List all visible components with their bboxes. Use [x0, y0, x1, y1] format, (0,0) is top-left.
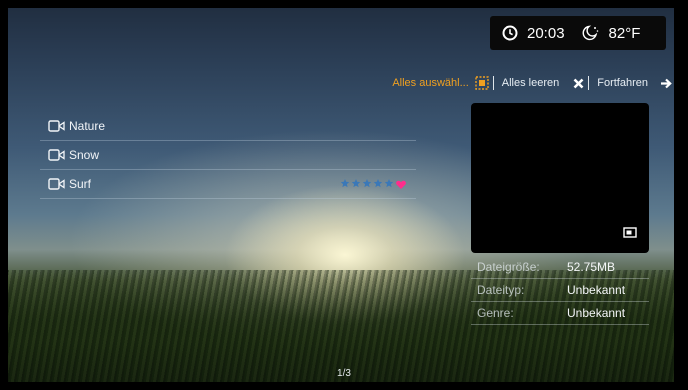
- clear-all-button[interactable]: Alles leeren: [502, 77, 584, 89]
- x-icon: [573, 78, 584, 89]
- file-details: Dateigröße: 52.75MB Dateityp: Unbekannt …: [471, 256, 649, 325]
- select-all-label: Alles auswähl...: [392, 77, 469, 89]
- video-camera-icon: [48, 149, 65, 161]
- preview-thumbnail: [471, 103, 649, 253]
- image-icon: [623, 225, 637, 243]
- detail-value: Unbekannt: [567, 283, 626, 297]
- star-icon: [362, 179, 372, 188]
- file-list: Nature Snow Surf: [40, 112, 416, 199]
- star-icon: [384, 179, 394, 188]
- star-icon: [373, 179, 383, 188]
- detail-key: Genre:: [477, 306, 514, 320]
- continue-button[interactable]: Fortfahren: [597, 77, 672, 89]
- detail-value: 52.75MB: [567, 260, 616, 274]
- heart-icon: [396, 180, 406, 189]
- list-item[interactable]: Nature: [40, 112, 416, 141]
- clock-time: 20:03: [527, 24, 565, 42]
- detail-value: Unbekannt: [567, 306, 626, 320]
- select-all-button[interactable]: Alles auswähl...: [392, 76, 489, 90]
- file-name: Snow: [69, 148, 100, 162]
- file-name: Surf: [69, 177, 92, 191]
- page-indicator: 1/3: [337, 368, 351, 379]
- continue-label: Fortfahren: [597, 77, 648, 89]
- toolbar-divider: [492, 76, 494, 90]
- temperature: 82°F: [608, 24, 641, 42]
- detail-key: Dateityp:: [477, 283, 525, 297]
- clock-weather-panel: 20:03 82°F: [490, 16, 666, 50]
- list-item[interactable]: Surf: [40, 170, 416, 199]
- selection-icon: [475, 76, 489, 90]
- detail-row-genre: Genre: Unbekannt: [471, 302, 649, 325]
- detail-row-size: Dateigröße: 52.75MB: [471, 256, 649, 279]
- star-icon: [351, 179, 361, 188]
- media-browser-screen: 20:03 82°F Alles auswähl... Alles leeren…: [0, 0, 688, 390]
- star-icon: [340, 179, 350, 188]
- video-camera-icon: [48, 120, 65, 132]
- toolbar-divider: [588, 76, 590, 90]
- clear-all-label: Alles leeren: [501, 77, 560, 89]
- arrow-right-icon: [660, 78, 672, 89]
- list-item[interactable]: Snow: [40, 141, 416, 170]
- detail-row-type: Dateityp: Unbekannt: [471, 279, 649, 302]
- clock-icon: [502, 25, 518, 41]
- video-camera-icon: [48, 178, 65, 190]
- detail-key: Dateigröße:: [477, 260, 540, 274]
- selection-toolbar: Alles auswähl... Alles leeren Fortfahren: [392, 76, 672, 90]
- file-name: Nature: [69, 119, 106, 133]
- rating-stars[interactable]: [340, 178, 406, 190]
- moon-night-icon: [580, 24, 600, 42]
